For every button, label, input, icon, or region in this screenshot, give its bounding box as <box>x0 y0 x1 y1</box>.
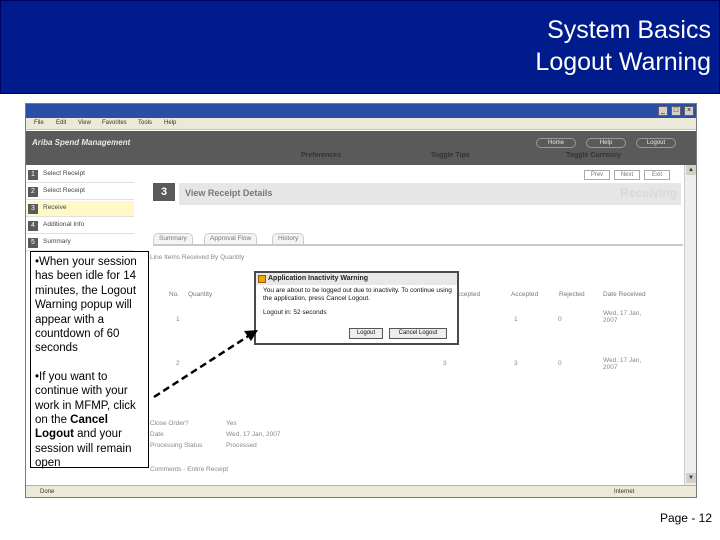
callout-pointer-arrow <box>153 330 258 399</box>
page-number: Page - 12 <box>659 511 712 525</box>
